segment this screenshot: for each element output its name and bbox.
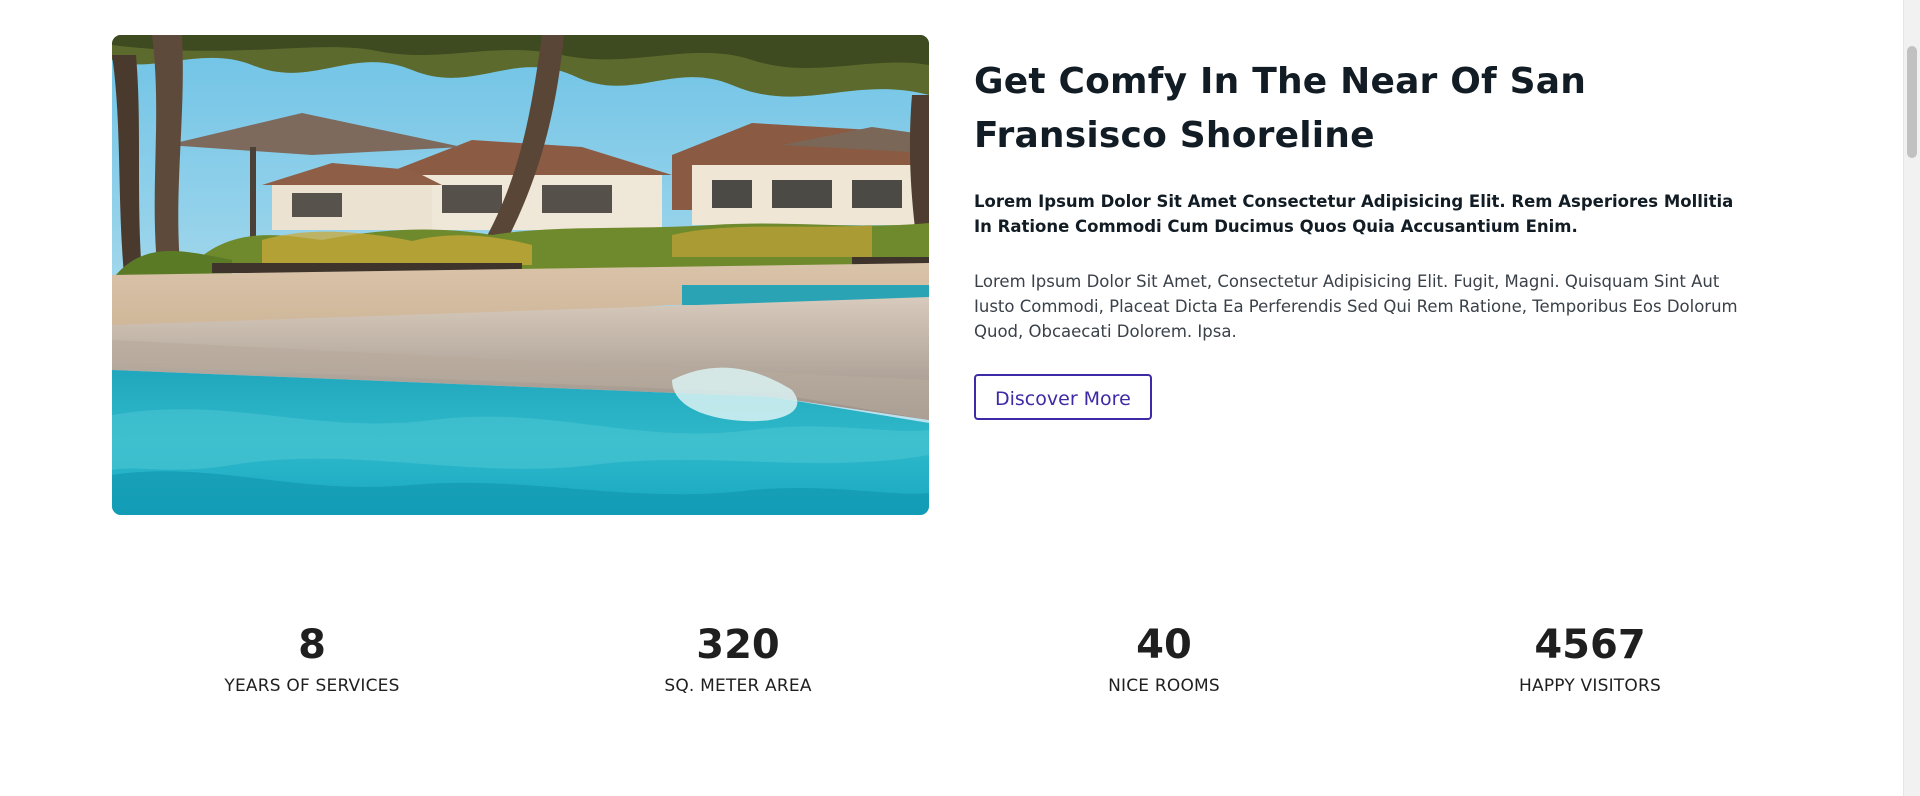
stat-value: 320 [696, 622, 780, 668]
stat-visitors: 4567 HAPPY VISITORS [1390, 618, 1790, 698]
page-scrollbar[interactable] [1903, 0, 1920, 796]
stat-value: 8 [298, 622, 326, 668]
stat-label: NICE ROOMS [1108, 676, 1220, 696]
lead-paragraph: Lorem Ipsum Dolor Sit Amet Consectetur A… [974, 192, 1734, 236]
discover-more-button[interactable]: Discover More [974, 374, 1152, 420]
stat-value: 4567 [1534, 622, 1646, 668]
stat-label: HAPPY VISITORS [1519, 676, 1661, 696]
about-copy: Get Comfy In The Near Of San Fransisco S… [974, 55, 1752, 420]
stat-years: 8 YEARS OF SERVICES [112, 618, 512, 698]
scrollbar-thumb[interactable] [1907, 46, 1917, 158]
section-title: Get Comfy In The Near Of San Fransisco S… [974, 61, 1587, 156]
stat-label: SQ. METER AREA [664, 676, 812, 696]
stat-area: 320 SQ. METER AREA [538, 618, 938, 698]
body-paragraph: Lorem Ipsum Dolor Sit Amet, Consectetur … [974, 272, 1738, 341]
stats-section: 8 YEARS OF SERVICES 320 SQ. METER AREA 4… [112, 618, 1816, 708]
stat-value: 40 [1136, 622, 1192, 668]
page: Get Comfy In The Near Of San Fransisco S… [0, 0, 1903, 796]
resort-pool-photo [112, 35, 929, 515]
about-section: Get Comfy In The Near Of San Fransisco S… [112, 35, 1752, 515]
stat-rooms: 40 NICE ROOMS [964, 618, 1364, 698]
stat-label: YEARS OF SERVICES [224, 676, 400, 696]
